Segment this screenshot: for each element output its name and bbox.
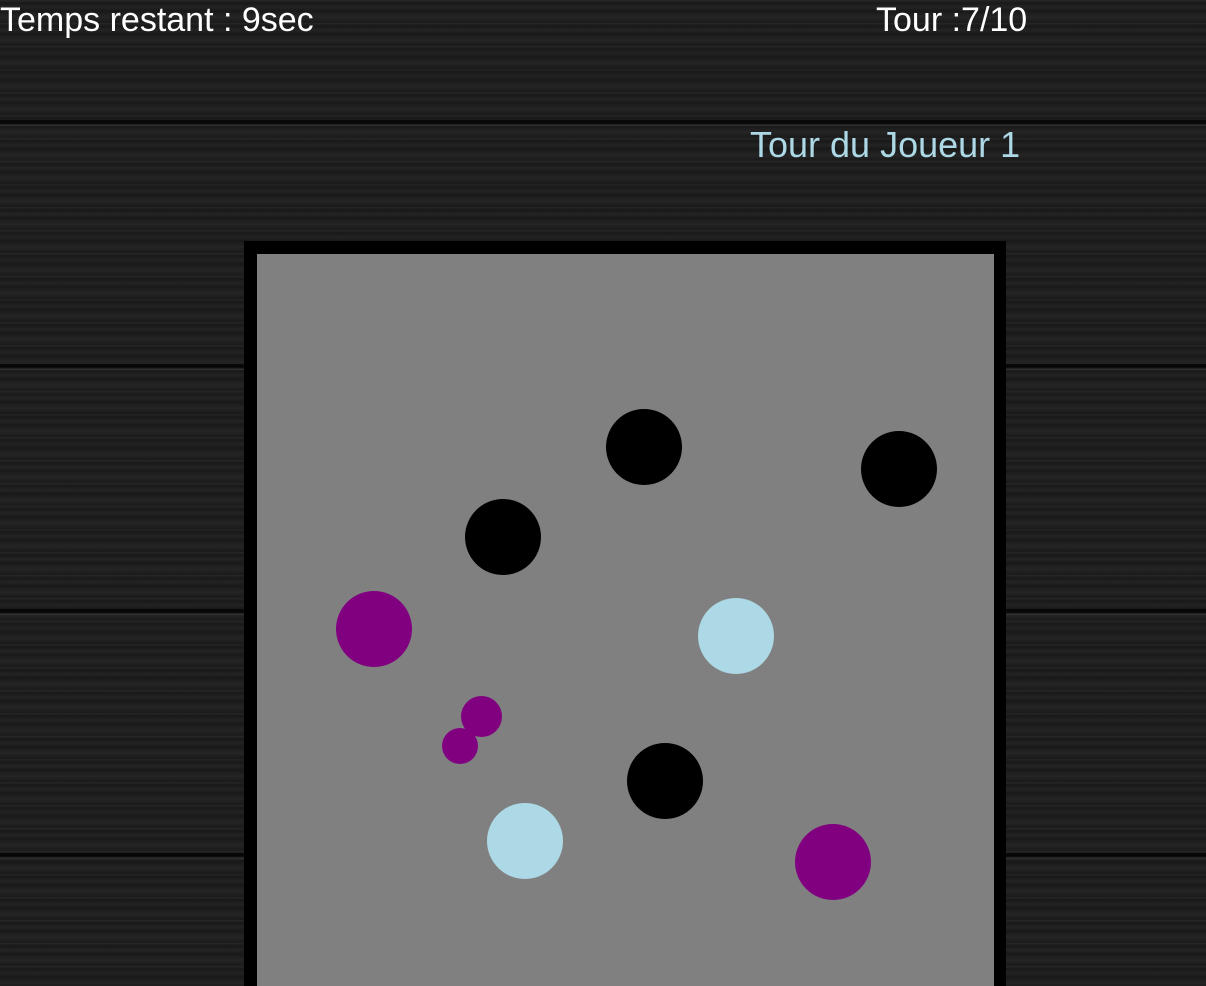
game-board[interactable]	[257, 254, 994, 986]
round-counter: Tour :7/10	[876, 1, 1028, 39]
game-board-frame	[244, 241, 1006, 986]
player2-ball[interactable]	[336, 591, 412, 667]
player1-ball[interactable]	[487, 803, 563, 879]
player-turn-indicator: Tour du Joueur 1	[750, 124, 1021, 165]
black-ball[interactable]	[627, 743, 703, 819]
plank-seam	[0, 120, 1206, 126]
player1-ball[interactable]	[698, 598, 774, 674]
small-player2-ball[interactable]	[442, 728, 478, 764]
black-ball[interactable]	[606, 409, 682, 485]
player2-ball[interactable]	[795, 824, 871, 900]
black-ball[interactable]	[465, 499, 541, 575]
black-ball[interactable]	[861, 431, 937, 507]
time-remaining-label: Temps restant : 9sec	[0, 1, 314, 39]
